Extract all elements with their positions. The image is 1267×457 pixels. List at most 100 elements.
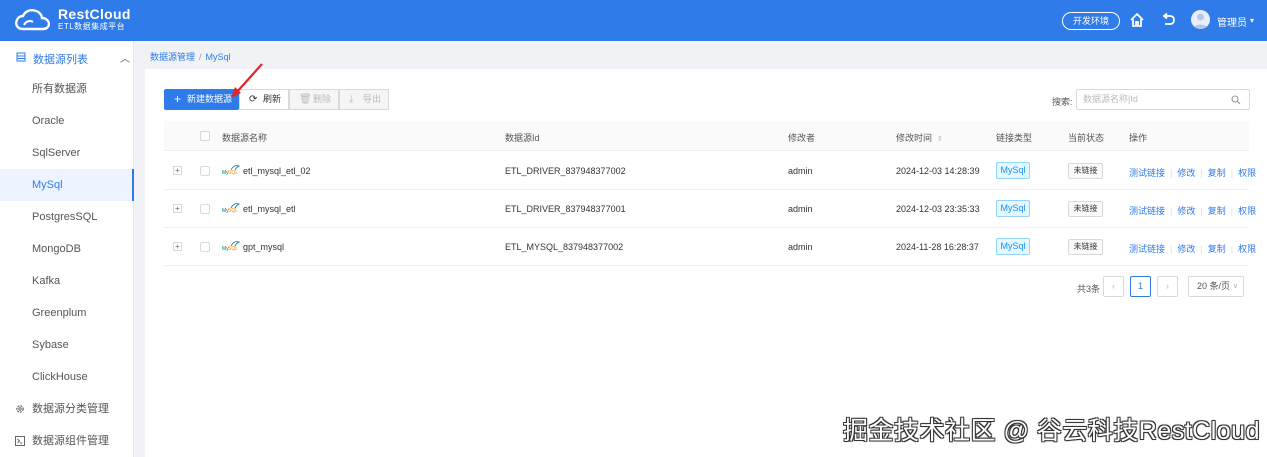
sort-icon[interactable]: ⇕ xyxy=(937,136,943,143)
header-modified-time[interactable]: 修改时间 ⇕ xyxy=(896,131,943,144)
sidebar-item-all-datasources[interactable]: 所有数据源 xyxy=(0,73,134,105)
status-badge: 未链接 xyxy=(1068,239,1103,255)
brand: RestCloud ETL数据集成平台 xyxy=(58,7,131,32)
copy-link[interactable]: 复制 xyxy=(1208,168,1226,178)
sidebar-item-sybase[interactable]: Sybase xyxy=(0,329,134,361)
row-checkbox[interactable] xyxy=(200,242,210,252)
header-status: 当前状态 xyxy=(1068,133,1105,143)
export-button[interactable]: ⤓ 导出 xyxy=(339,89,389,110)
sidebar-item-oracle[interactable]: Oracle xyxy=(0,105,134,137)
row-actions: 测试链接 | 修改 | 复制 | 权限 xyxy=(1129,166,1256,179)
row-checkbox[interactable] xyxy=(200,204,210,214)
sidebar-item-greenplum[interactable]: Greenplum xyxy=(0,297,134,329)
expand-row-button[interactable]: + xyxy=(173,242,182,251)
modifier: admin xyxy=(788,242,813,252)
plus-icon: + xyxy=(174,92,182,106)
search-input[interactable] xyxy=(1083,94,1223,104)
sidebar-item-component-manage[interactable]: 数据源组件管理 xyxy=(0,425,134,457)
copy-link[interactable]: 复制 xyxy=(1208,244,1226,254)
export-label: 导出 xyxy=(363,94,382,104)
action-divider: | xyxy=(1200,206,1203,216)
row-checkbox[interactable] xyxy=(200,166,210,176)
sidebar-item-clickhouse[interactable]: ClickHouse xyxy=(0,361,134,393)
status-badge: 未链接 xyxy=(1068,163,1103,179)
expand-row-button[interactable]: + xyxy=(173,204,182,213)
top-bar: RestCloud ETL数据集成平台 开发环境 管理员 ▾ xyxy=(0,0,1267,41)
header-name: 数据源名称 xyxy=(222,133,268,143)
link-type-tag: MySql xyxy=(996,238,1030,255)
action-divider: | xyxy=(1230,244,1234,254)
sidebar-item-label: Kafka xyxy=(32,275,61,287)
next-page-button[interactable]: › xyxy=(1157,276,1178,297)
status-badge: 未链接 xyxy=(1068,201,1103,217)
header-modifier: 修改者 xyxy=(788,133,816,143)
sidebar-item-label: 所有数据源 xyxy=(32,83,87,95)
chevron-down-icon: ∨ xyxy=(1232,283,1238,290)
environment-button[interactable]: 开发环境 xyxy=(1062,12,1121,30)
breadcrumb-parent[interactable]: 数据源管理 xyxy=(150,52,195,62)
sidebar-item-sqlserver[interactable]: SqlServer xyxy=(0,137,134,169)
sidebar-item-label: PostgresSQL xyxy=(32,211,98,223)
row-actions: 测试链接 | 修改 | 复制 | 权限 xyxy=(1129,204,1256,217)
copy-link[interactable]: 复制 xyxy=(1208,206,1226,216)
sidebar-item-label: MongoDB xyxy=(32,243,81,255)
edit-link[interactable]: 修改 xyxy=(1177,206,1195,216)
test-connection-link[interactable]: 测试链接 xyxy=(1129,168,1165,178)
permission-link[interactable]: 权限 xyxy=(1238,244,1256,254)
home-icon[interactable] xyxy=(1129,12,1145,28)
mysql-logo-icon: My SQL xyxy=(222,241,240,252)
table-row: + My SQL etl_mysql_etl ETL_DRIVER_8379483770… xyxy=(164,190,1256,228)
edit-link[interactable]: 修改 xyxy=(1177,244,1195,254)
modifier: admin xyxy=(788,166,813,176)
action-divider: | xyxy=(1170,206,1173,216)
header-link-type: 链接类型 xyxy=(996,133,1033,143)
modified-time: 2024-11-28 16:28:37 xyxy=(896,242,979,252)
search-label: 搜索: xyxy=(1052,97,1073,107)
sidebar-item-kafka[interactable]: Kafka xyxy=(0,265,134,297)
header-id: 数据源Id xyxy=(505,133,540,143)
chevron-up-icon[interactable]: ︿ xyxy=(120,50,130,65)
table-row: + My SQL gpt_mysql ETL_MYSQL_837948377002 adm… xyxy=(164,228,1256,266)
datasource-name: gpt_mysql xyxy=(243,242,285,252)
table-row: + My SQL etl_mysql_etl_02 ETL_DRIVER_8379483… xyxy=(164,152,1256,190)
sidebar-section-datasource-list[interactable]: 数据源列表 ︿ xyxy=(0,41,134,73)
sidebar-item-label: Sybase xyxy=(32,339,69,351)
datasource-id: ETL_DRIVER_837948377002 xyxy=(505,166,626,176)
brand-subtitle: ETL数据集成平台 xyxy=(58,22,126,31)
svg-text:SQL: SQL xyxy=(228,170,238,176)
test-connection-link[interactable]: 测试链接 xyxy=(1129,244,1165,254)
select-all-checkbox[interactable] xyxy=(200,131,210,141)
test-connection-link[interactable]: 测试链接 xyxy=(1129,206,1165,216)
page-size-value: 20 条/页 xyxy=(1197,281,1231,291)
return-icon[interactable] xyxy=(1160,12,1176,28)
sidebar-item-postgressql[interactable]: PostgresSQL xyxy=(0,201,134,233)
permission-link[interactable]: 权限 xyxy=(1238,206,1256,216)
delete-button[interactable]: 🗑 删除 xyxy=(289,89,339,110)
expand-row-button[interactable]: + xyxy=(173,166,182,175)
prev-page-button[interactable]: ‹ xyxy=(1103,276,1124,297)
sidebar-item-mongodb[interactable]: MongoDB xyxy=(0,233,134,265)
list-icon xyxy=(16,52,26,62)
sidebar-item-category-manage[interactable]: 数据源分类管理 xyxy=(0,393,134,425)
datasource-id: ETL_MYSQL_837948377002 xyxy=(505,242,624,252)
page-size-select[interactable]: 20 条/页 ∨ xyxy=(1188,276,1244,297)
sidebar-section-label: 数据源列表 xyxy=(33,54,88,66)
watermark: 掘金技术社区 @ 谷云科技RestCloud xyxy=(843,417,1260,445)
action-divider: | xyxy=(1170,168,1173,178)
action-divider: | xyxy=(1200,244,1203,254)
avatar[interactable] xyxy=(1191,10,1210,29)
page-1-button[interactable]: 1 xyxy=(1130,276,1151,297)
sidebar-item-label: Greenplum xyxy=(32,307,87,319)
sidebar-item-label: Oracle xyxy=(32,115,65,127)
edit-link[interactable]: 修改 xyxy=(1177,168,1195,178)
modified-time: 2024-12-03 14:28:39 xyxy=(896,166,980,176)
user-name[interactable]: 管理员 xyxy=(1217,14,1247,29)
permission-link[interactable]: 权限 xyxy=(1238,168,1256,178)
modifier: admin xyxy=(788,204,813,214)
caret-down-icon[interactable]: ▾ xyxy=(1250,16,1254,25)
sidebar-item-mysql[interactable]: MySql xyxy=(0,169,134,201)
search-icon[interactable] xyxy=(1231,95,1241,105)
mysql-logo-icon: My SQL xyxy=(222,203,240,214)
search-field[interactable] xyxy=(1076,89,1250,110)
breadcrumb-separator: / xyxy=(199,52,202,62)
